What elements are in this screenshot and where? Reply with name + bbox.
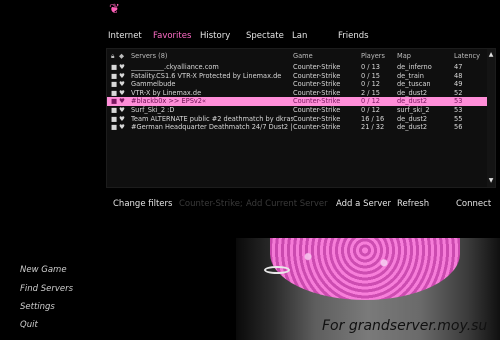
lock-icon: ■ (111, 114, 117, 123)
server-latency: 53 (454, 106, 463, 114)
menu-item-quit[interactable]: Quit (20, 320, 38, 330)
server-latency: 52 (454, 88, 463, 97)
server-game: Counter-Strike (293, 97, 341, 106)
shield-icon[interactable]: ◆ (119, 52, 125, 60)
server-map: de_dust2 (397, 88, 428, 97)
menu-item-find-servers[interactable]: Find Servers (20, 284, 73, 294)
shield-icon: ♥ (119, 106, 125, 114)
filter-game-label: Counter-Strike; (179, 199, 243, 209)
menu-item-new-game[interactable]: New Game (20, 265, 67, 275)
menu-item-settings[interactable]: Settings (20, 302, 55, 312)
tab-internet[interactable]: Internet (108, 31, 142, 41)
tab-history[interactable]: History (200, 31, 230, 41)
shield-icon: ♥ (119, 63, 125, 71)
server-map: de_tuscan (397, 80, 431, 89)
add-server-button[interactable]: Add a Server (336, 199, 391, 209)
shield-icon: ♥ (119, 88, 125, 97)
server-row[interactable]: ■ ♥ VTR-X by Linemax.de Counter-Strike 2… (107, 89, 489, 98)
lock-icon: ■ (111, 106, 117, 114)
server-map: de_dust2 (397, 114, 428, 123)
lock-icon: ■ (111, 88, 117, 97)
connect-button[interactable]: Connect (456, 199, 491, 209)
server-map: de_dust2 (397, 123, 428, 132)
change-filters-button[interactable]: Change filters (113, 199, 172, 209)
shield-icon: ♥ (119, 114, 125, 123)
pink-lace-garment (270, 238, 460, 300)
server-latency: 53 (454, 97, 463, 106)
column-header-map[interactable]: Map (397, 52, 449, 60)
shield-icon: ♥ (119, 71, 125, 80)
watermark-text: For grandserver.moy.su (322, 318, 488, 334)
tab-lan[interactable]: Lan (292, 31, 307, 41)
server-row[interactable]: ■ ♥ __________.ckyalliance.com Counter-S… (107, 63, 489, 72)
tab-friends[interactable]: Friends (338, 31, 369, 41)
server-name: VTR-X by Linemax.de (131, 88, 202, 97)
server-latency: 55 (454, 114, 463, 123)
server-row[interactable]: ■ ♥ #German Headquarter Deathmatch 24/7 … (107, 123, 489, 132)
server-latency: 48 (454, 71, 463, 80)
column-header-game[interactable]: Game (293, 52, 359, 60)
server-players: 2 / 15 (361, 88, 380, 97)
lock-icon: ■ (111, 97, 117, 106)
server-game: Counter-Strike (293, 71, 341, 80)
server-game: Counter-Strike (293, 88, 341, 97)
tab-spectate[interactable]: Spectate (246, 31, 284, 41)
server-game: Counter-Strike (293, 123, 341, 132)
shield-icon: ♥ (119, 97, 125, 106)
server-name: #German Headquarter Deathmatch 24/7 Dust… (131, 123, 293, 132)
server-name: __________.ckyalliance.com (131, 63, 219, 71)
server-name: Surf_Ski_2 :D (131, 106, 175, 114)
server-row[interactable]: ■ ♥ Team ALTERNATE public #2 deathmatch … (107, 115, 489, 124)
server-map: de_inferno (397, 63, 432, 71)
scroll-up-icon[interactable]: ▲ (487, 51, 495, 59)
server-name: Gammelbude (131, 80, 176, 89)
server-latency: 49 (454, 80, 463, 89)
shield-icon: ♥ (119, 123, 125, 132)
server-name: Team ALTERNATE public #2 deathmatch by d… (131, 114, 293, 123)
bracelet (264, 266, 290, 274)
server-game: Counter-Strike (293, 106, 341, 114)
lock-icon: ■ (111, 80, 117, 89)
column-header-servers[interactable]: Servers (8) (131, 52, 293, 60)
column-header-latency[interactable]: Latency (454, 52, 486, 60)
server-players: 0 / 12 (361, 106, 380, 114)
column-header-players[interactable]: Players (361, 52, 395, 60)
ribbon-icon: ❦ (109, 2, 120, 17)
server-row[interactable]: ■ ♥ Surf_Ski_2 :D Counter-Strike 0 / 12 … (107, 106, 489, 115)
tab-favorites[interactable]: Favorites (153, 31, 191, 41)
bottom-action-bar: Change filters Counter-Strike; Add Curre… (106, 199, 496, 213)
shield-icon: ♥ (119, 80, 125, 89)
add-current-server-button[interactable]: Add Current Server (246, 199, 328, 209)
lock-icon: ■ (111, 71, 117, 80)
server-map: de_dust2 (397, 97, 428, 106)
server-map: de_train (397, 71, 424, 80)
server-list-panel: 🔒︎ ◆ Servers (8) Game Players Map Latenc… (106, 48, 496, 188)
scroll-down-icon[interactable]: ▼ (487, 177, 495, 185)
server-row[interactable]: ■ ♥ Fatality.CS1.6 VTR-X Protected by Li… (107, 72, 489, 81)
server-game: Counter-Strike (293, 63, 341, 71)
server-row[interactable]: ■ ♥ Gammelbude Counter-Strike 0 / 12 de_… (107, 80, 489, 89)
server-players: 0 / 13 (361, 63, 380, 71)
server-name: #blackb0x >> EPSv2« (131, 97, 207, 106)
server-players: 0 / 15 (361, 71, 380, 80)
lock-icon: ■ (111, 63, 117, 71)
server-latency: 56 (454, 123, 463, 132)
server-row-selected[interactable]: ■ ♥ #blackb0x >> EPSv2« Counter-Strike 0… (107, 97, 489, 106)
column-header-row: 🔒︎ ◆ Servers (8) Game Players Map Latenc… (107, 52, 489, 62)
server-map: surf_ski_2 (397, 106, 430, 114)
refresh-button[interactable]: Refresh (397, 199, 429, 209)
server-game: Counter-Strike (293, 114, 341, 123)
vertical-scrollbar[interactable]: ▲ ▼ (487, 49, 495, 187)
server-name: Fatality.CS1.6 VTR-X Protected by Linema… (131, 71, 282, 80)
server-players: 21 / 32 (361, 123, 385, 132)
lock-icon[interactable]: 🔒︎ (111, 52, 117, 61)
server-players: 16 / 16 (361, 114, 385, 123)
server-latency: 47 (454, 63, 463, 71)
server-game: Counter-Strike (293, 80, 341, 89)
lock-icon: ■ (111, 123, 117, 132)
server-players: 0 / 12 (361, 97, 380, 106)
server-players: 0 / 12 (361, 80, 380, 89)
